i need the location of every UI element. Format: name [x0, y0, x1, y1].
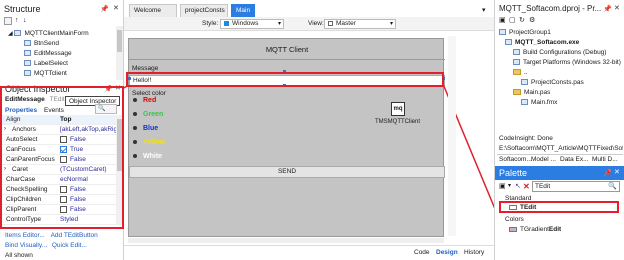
- bottom-tabbar: Code Design History: [124, 245, 494, 260]
- project-tree-item[interactable]: ProjectGroup1: [499, 28, 551, 37]
- clear-icon[interactable]: ✕: [523, 182, 530, 191]
- pin-icon[interactable]: 📌: [603, 5, 612, 13]
- pointer-icon[interactable]: ↖: [515, 182, 521, 190]
- codeinsight-path: E:\Softacom\MQTT_Article\MQTTFixed\Softa…: [499, 145, 623, 152]
- chevron-down-icon[interactable]: ▾: [508, 182, 511, 189]
- toolbar-icon-options[interactable]: ⚙: [529, 16, 535, 24]
- tab-code[interactable]: Code: [414, 249, 430, 256]
- palette-category-colors[interactable]: Colors: [505, 215, 524, 224]
- project-tree-item[interactable]: ..: [513, 68, 528, 77]
- project-tree-item[interactable]: Build Configurations (Debug): [513, 48, 606, 57]
- palette-panel: Palette 📌 ✕ ▣ ▾ ↖ ✕ TEdit 🔍 Standard TEd…: [494, 166, 624, 260]
- project-toolbar: ▣ ▢ ↻ ⚙: [499, 16, 619, 26]
- project-tree-item[interactable]: Target Platforms (Windows 32-bit): [513, 58, 621, 67]
- project-tree-item[interactable]: ProjectConsts.pas: [521, 78, 584, 87]
- designer-scrollbar[interactable]: [448, 36, 456, 236]
- project-tree-item[interactable]: Main.pas: [513, 88, 550, 97]
- file-icon: [499, 29, 506, 36]
- close-icon[interactable]: ✕: [614, 4, 620, 12]
- project-tree-item[interactable]: MQTT_Softacom.exe: [505, 38, 579, 47]
- file-icon: [521, 99, 528, 106]
- tab-data-explorer[interactable]: Data Ex...: [560, 156, 589, 163]
- palette-header: Palette 📌 ✕: [495, 166, 624, 180]
- folder-icon: [513, 89, 521, 96]
- folder-icon: [513, 69, 521, 76]
- toolbar-icon-sync[interactable]: ↻: [519, 16, 525, 24]
- close-icon[interactable]: ✕: [614, 168, 620, 176]
- tab-model[interactable]: Model ...: [531, 156, 556, 163]
- project-tree-item[interactable]: Main.fmx: [521, 98, 557, 107]
- tab-design[interactable]: Design: [436, 249, 458, 256]
- canvas-scrollbar-h[interactable]: [128, 238, 444, 243]
- gradient-edit-icon: [509, 226, 517, 232]
- expand-icon[interactable]: ▣: [499, 182, 506, 190]
- file-icon: [513, 59, 520, 66]
- toolbar-icon-remove[interactable]: ▢: [509, 16, 516, 24]
- file-icon: [505, 39, 512, 46]
- tab-multi-device[interactable]: Multi D...: [592, 156, 618, 163]
- toolbar-icon-new[interactable]: ▣: [499, 16, 506, 24]
- panel-tabbar: Softacom... Model ... Data Ex... Multi D…: [497, 154, 623, 165]
- codeinsight-status: CodeInsight: Done: [499, 135, 553, 142]
- palette-title: Palette: [499, 168, 528, 178]
- tab-softacom[interactable]: Softacom...: [499, 156, 532, 163]
- project-tree: ProjectGroup1 MQTT_Softacom.exe Build Conf…: [495, 28, 624, 128]
- project-title: MQTT_Softacom.dproj - Pr...: [499, 4, 602, 13]
- codeinsight-area: CodeInsight: Done E:\Softacom\MQTT_Artic…: [494, 130, 624, 166]
- palette-search-input[interactable]: TEdit 🔍: [532, 181, 620, 192]
- highlight-palette-item: [499, 201, 619, 213]
- palette-item-tgradientedit[interactable]: TGradientEdit: [509, 225, 561, 234]
- pin-icon[interactable]: 📌: [603, 169, 612, 177]
- file-icon: [521, 79, 528, 86]
- tab-history[interactable]: History: [464, 249, 484, 256]
- project-panel: MQTT_Softacom.dproj - Pr... 📌 ✕ ▣ ▢ ↻ ⚙ …: [494, 0, 624, 130]
- file-icon: [513, 49, 520, 56]
- search-icon: 🔍: [608, 183, 617, 190]
- palette-toolbar: ▣ ▾ ↖ ✕ TEdit 🔍: [499, 181, 623, 192]
